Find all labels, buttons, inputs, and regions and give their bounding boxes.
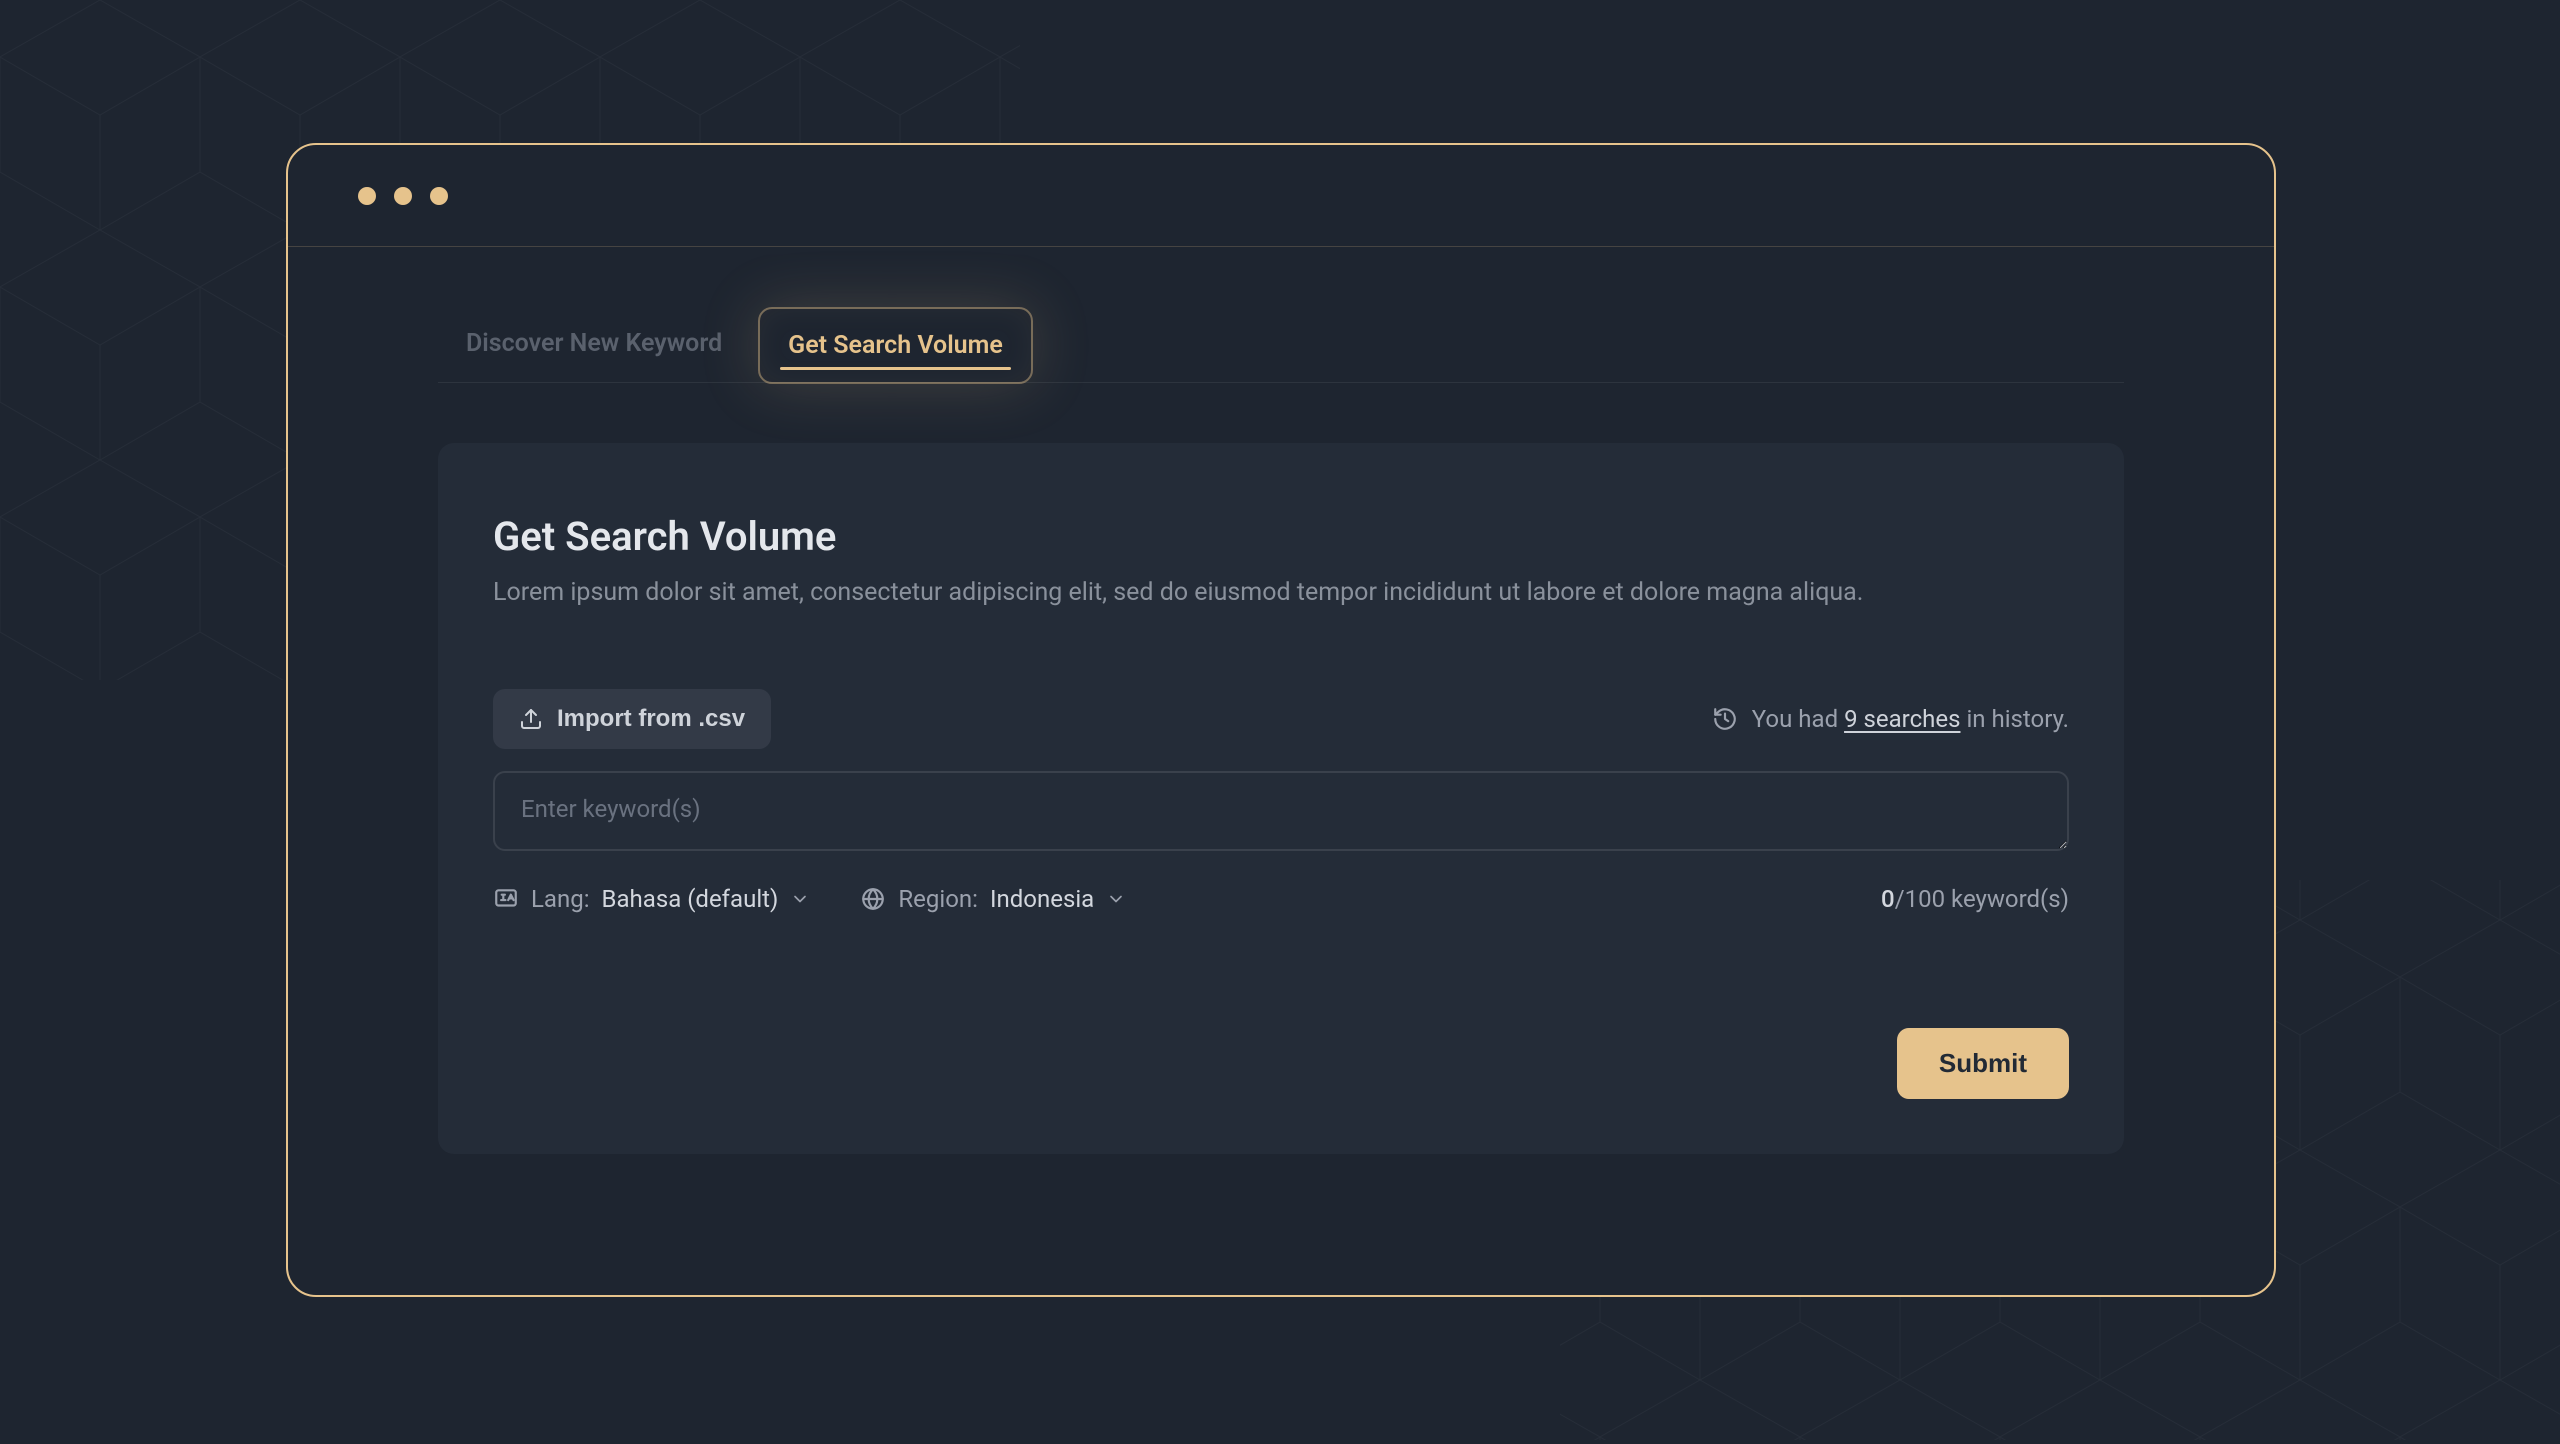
region-value: Indonesia [990,885,1094,913]
language-label: Lang: [531,885,590,913]
keywords-input[interactable] [493,771,2069,851]
chevron-down-icon [1106,889,1126,909]
search-volume-card: Get Search Volume Lorem ipsum dolor sit … [438,443,2124,1154]
history-prefix: You had [1752,705,1844,733]
browser-window: Discover New Keyword Get Search Volume G… [286,143,2276,1297]
tab-discover-keyword[interactable]: Discover New Keyword [438,307,750,382]
language-icon [493,886,519,912]
history-suffix: in history. [1960,705,2069,733]
window-dot-minimize[interactable] [394,187,412,205]
keyword-count-max: /100 keyword(s) [1895,885,2069,913]
chevron-down-icon [790,889,810,909]
import-csv-label: Import from .csv [557,705,745,733]
tabs: Discover New Keyword Get Search Volume [438,307,2124,383]
window-dot-close[interactable] [358,187,376,205]
history-text: You had 9 searches in history. [1712,705,2069,733]
window-dot-maximize[interactable] [430,187,448,205]
import-csv-button[interactable]: Import from .csv [493,689,771,749]
card-description: Lorem ipsum dolor sit amet, consectetur … [493,578,2069,607]
history-icon [1712,706,1738,732]
language-selector[interactable]: Lang: Bahasa (default) [493,885,810,913]
card-title: Get Search Volume [493,513,2069,560]
tab-get-search-volume[interactable]: Get Search Volume [758,307,1033,384]
keyword-counter: 0/100 keyword(s) [1881,885,2069,913]
history-searches-link[interactable]: 9 searches [1844,705,1960,733]
globe-icon [860,886,886,912]
submit-button[interactable]: Submit [1897,1028,2069,1099]
window-chrome [288,145,2274,247]
keyword-count-current: 0 [1881,885,1895,913]
upload-icon [519,707,543,731]
region-selector[interactable]: Region: Indonesia [860,885,1126,913]
region-label: Region: [898,885,978,913]
language-value: Bahasa (default) [602,885,779,913]
